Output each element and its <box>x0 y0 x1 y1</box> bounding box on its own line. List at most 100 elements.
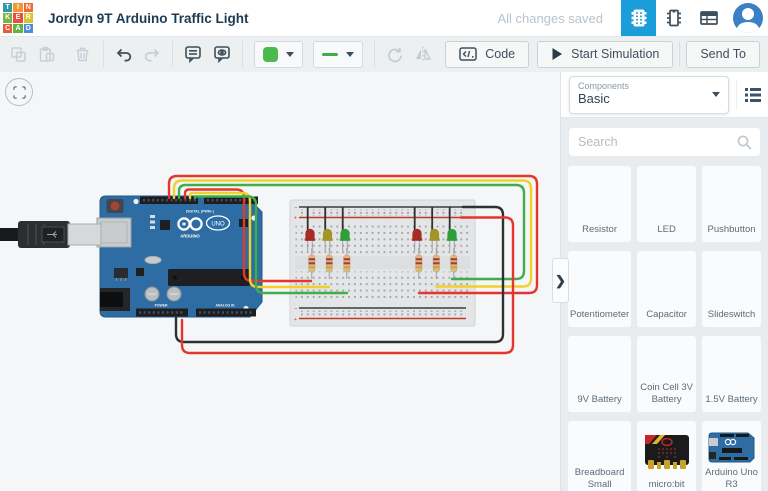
component-thumb <box>570 425 629 467</box>
logo-tile: T <box>3 3 12 12</box>
user-avatar[interactable] <box>733 3 763 33</box>
svg-text:−: − <box>295 205 298 211</box>
usb-cable[interactable] <box>0 221 101 248</box>
arduino-brand-label: ARDUINO <box>180 234 200 239</box>
toolbar-divider <box>103 41 104 67</box>
component-search-row <box>561 118 768 166</box>
component-search-input[interactable] <box>569 128 760 156</box>
paste-button[interactable] <box>32 40 60 68</box>
logo-tile: R <box>24 13 33 22</box>
component-label: Breadboard Small <box>570 467 629 491</box>
panel-collapse-handle[interactable]: ❯ <box>552 258 569 303</box>
component-card[interactable]: Potentiometer <box>568 251 631 327</box>
dropdown-selected-value: Basic <box>578 92 712 107</box>
components-category-dropdown[interactable]: Components Basic <box>569 76 729 114</box>
dropdown-text: Components Basic <box>578 81 712 106</box>
play-icon <box>551 47 563 61</box>
toggle-notes-visibility-button[interactable] <box>207 40 235 68</box>
component-thumb <box>639 425 694 479</box>
panel-list-view-toggle[interactable] <box>736 80 762 110</box>
logo-tile: K <box>3 13 12 22</box>
component-card[interactable]: Arduino Uno R3 <box>702 421 761 491</box>
zoom-to-fit-button[interactable] <box>5 78 33 106</box>
breadboard[interactable]: + − + − <box>290 200 475 326</box>
component-card[interactable]: micro:bit <box>637 421 696 491</box>
copy-button[interactable] <box>4 40 32 68</box>
components-grid: Resistor LED Pushbutton Potentiometer Capaci… <box>561 166 768 491</box>
logo-tile: N <box>24 3 33 12</box>
component-label: Slideswitch <box>708 309 756 323</box>
component-card[interactable]: Slideswitch <box>702 251 761 327</box>
component-label: LED <box>657 224 675 238</box>
wire-type-swatch <box>322 53 338 56</box>
color-swatch-green <box>263 47 278 62</box>
editor-toolbar: Code Start Simulation Send To <box>0 36 768 72</box>
component-thumb <box>639 255 694 309</box>
component-card[interactable]: Capacitor <box>637 251 696 327</box>
undo-button[interactable] <box>110 40 138 68</box>
atmega-chip[interactable] <box>168 269 250 286</box>
main-area: + − + − <box>0 72 768 491</box>
logo-tile: A <box>13 24 22 33</box>
code-button[interactable]: Code <box>445 41 529 68</box>
rotate-button[interactable] <box>381 40 409 68</box>
component-label: 9V Battery <box>577 394 621 408</box>
logo-tile: E <box>13 13 22 22</box>
schematic-view-icon[interactable] <box>656 0 691 36</box>
component-card[interactable]: Resistor <box>568 166 631 242</box>
delete-button[interactable] <box>69 40 97 68</box>
chevron-down-icon <box>712 92 720 97</box>
arduino-uno[interactable]: DIGITAL (PWM~) ARDUINO UNO <box>97 196 262 317</box>
circuit-scene[interactable]: + − + − <box>0 72 560 491</box>
search-icon <box>736 134 753 151</box>
toolbar-divider <box>172 41 173 67</box>
color-dropdown[interactable] <box>254 41 303 68</box>
logo-tile: D <box>24 24 33 33</box>
component-list-view-icon[interactable] <box>691 0 726 36</box>
toolbar-divider <box>679 41 680 67</box>
component-thumb <box>704 340 759 394</box>
component-label: Capacitor <box>646 309 687 323</box>
start-simulation-label: Start Simulation <box>571 47 659 61</box>
code-button-label: Code <box>485 47 515 61</box>
wire-type-dropdown[interactable] <box>313 41 363 68</box>
notes-button[interactable] <box>179 40 207 68</box>
toolbar-right-group: Code Start Simulation Send To <box>437 41 760 68</box>
list-icon <box>744 87 762 103</box>
component-card[interactable]: Coin Cell 3V Battery <box>637 336 696 412</box>
component-thumb <box>704 255 759 309</box>
component-card[interactable]: Pushbutton <box>702 166 761 242</box>
component-label: 1.5V Battery <box>705 394 757 408</box>
component-thumb <box>639 340 694 382</box>
start-simulation-button[interactable]: Start Simulation <box>537 41 673 68</box>
component-card[interactable]: Breadboard Small <box>568 421 631 491</box>
svg-text:+: + <box>294 216 297 222</box>
tinkercad-logo[interactable]: TINKERCAD <box>0 0 36 36</box>
component-thumb <box>570 340 629 394</box>
send-to-label: Send To <box>700 47 746 61</box>
breadboard-view-icon[interactable] <box>621 0 656 36</box>
component-label: Potentiometer <box>570 309 629 323</box>
avatar-head-glyph <box>742 8 754 20</box>
save-status: All changes saved <box>497 11 603 26</box>
component-card[interactable]: 9V Battery <box>568 336 631 412</box>
avatar-body-glyph <box>737 22 759 33</box>
svg-text:+: + <box>294 317 297 323</box>
component-label: micro:bit <box>649 479 685 491</box>
components-panel-header: Components Basic <box>561 72 768 118</box>
zoom-to-fit-icon <box>12 85 27 100</box>
circuit-canvas[interactable]: + − + − <box>0 72 560 491</box>
component-card[interactable]: 1.5V Battery <box>702 336 761 412</box>
analog-pins-label: ANALOG IN <box>215 304 235 308</box>
component-label: Coin Cell 3V Battery <box>639 382 694 408</box>
digital-pins-label: DIGITAL (PWM~) <box>186 210 215 214</box>
code-icon <box>459 47 477 61</box>
redo-button[interactable] <box>138 40 166 68</box>
toolbar-divider <box>242 41 243 67</box>
component-card[interactable]: LED <box>637 166 696 242</box>
app-header: TINKERCAD Jordyn 9T Arduino Traffic Ligh… <box>0 0 768 36</box>
design-title[interactable]: Jordyn 9T Arduino Traffic Light <box>48 11 249 26</box>
component-label: Pushbutton <box>708 224 756 238</box>
mirror-button[interactable] <box>409 40 437 68</box>
send-to-button[interactable]: Send To <box>686 41 760 68</box>
